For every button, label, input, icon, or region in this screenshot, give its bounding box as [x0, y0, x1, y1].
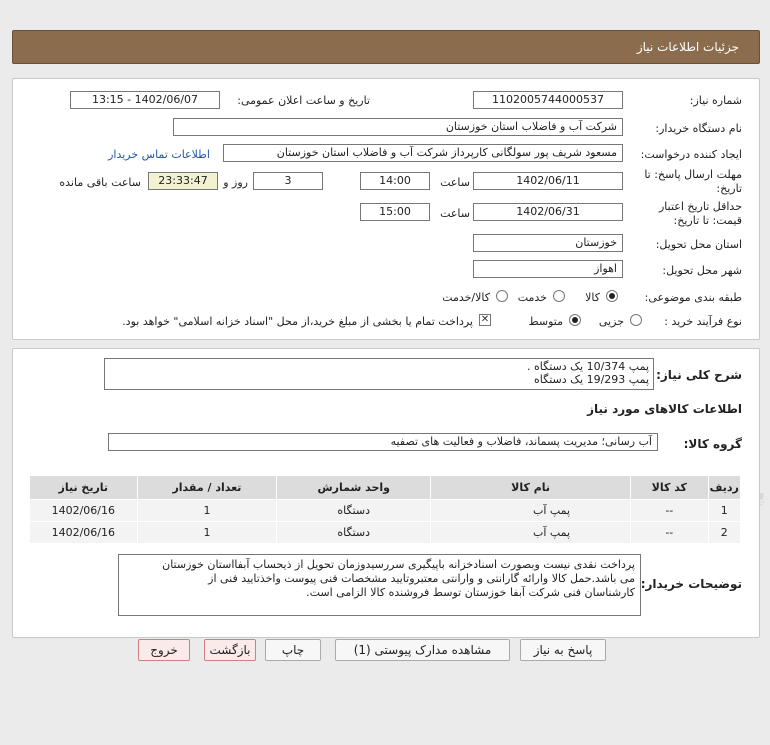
cell-code: --: [630, 521, 709, 544]
summary-line-1: پمپ 10/374 یک دستگاه .: [527, 360, 649, 373]
print-button[interactable]: چاپ: [265, 639, 321, 661]
col-header-date: تاریخ نیاز: [29, 475, 138, 500]
remaining-label: ساعت باقی مانده: [59, 176, 141, 189]
treasury-text: پرداخت تمام یا بخشی از مبلغ خرید،از محل …: [122, 315, 473, 328]
remaining-time-field: 23:33:47: [148, 172, 218, 190]
validity-time-label: ساعت: [440, 207, 470, 220]
validity-date-field: 1402/06/31: [473, 203, 623, 221]
goods-group-label: گروه کالا:: [683, 437, 742, 451]
reply-button[interactable]: پاسخ به نیاز: [520, 639, 606, 661]
need-number-label: شماره نیاز:: [689, 94, 742, 107]
province-label: استان محل تحویل:: [655, 238, 742, 251]
process-option-minor: جزیی: [598, 315, 624, 328]
summary-line-2: پمپ 19/293 یک دستگاه: [534, 373, 649, 386]
table-row: 1 -- پمپ آب دستگاه 1 1402/06/16: [29, 499, 742, 522]
process-label: نوع فرآیند خرید :: [664, 315, 742, 328]
cell-code: --: [630, 499, 709, 522]
deadline-label-line1: مهلت ارسال پاسخ: تا: [644, 168, 742, 181]
deadline-label-line2: تاریخ:: [716, 182, 742, 195]
announce-field: 1402/06/07 - 13:15: [70, 91, 220, 109]
category-radio-goods[interactable]: [606, 290, 618, 302]
cell-date: 1402/06/16: [29, 521, 138, 544]
city-field: اهواز: [473, 260, 623, 278]
category-option-service: خدمت: [517, 291, 547, 304]
deadline-time-label: ساعت: [440, 176, 470, 189]
cell-row: 2: [707, 521, 742, 544]
days-label: روز و: [223, 176, 248, 189]
city-label: شهر محل تحویل:: [662, 264, 742, 277]
process-option-medium: متوسط: [528, 315, 563, 328]
notes-box: پرداخت نقدی نیست وبصورت اسنادخزانه باپیگ…: [118, 554, 641, 616]
col-header-name: نام کالا: [430, 475, 632, 500]
deadline-date-field: 1402/06/11: [473, 172, 623, 190]
col-header-code: کد کالا: [630, 475, 709, 500]
need-number-field: 1102005744000537: [473, 91, 623, 109]
validity-time-field: 15:00: [360, 203, 430, 221]
category-option-goods: کالا: [585, 291, 600, 304]
cell-name: پمپ آب: [430, 499, 632, 522]
announce-label: تاریخ و ساعت اعلان عمومی:: [237, 94, 370, 107]
notes-label: توضیحات خریدار:: [640, 577, 742, 591]
contact-buyer-link[interactable]: اطلاعات تماس خریدار: [108, 148, 210, 161]
summary-box: پمپ 10/374 یک دستگاه . پمپ 19/293 یک دست…: [104, 358, 654, 390]
cell-date: 1402/06/16: [29, 499, 138, 522]
back-button[interactable]: بازگشت: [204, 639, 256, 661]
process-radio-medium[interactable]: [569, 314, 581, 326]
notes-line-3: کارشناسان فنی شرکت آبفا خوزستان توسط فرو…: [306, 586, 635, 599]
cell-unit: دستگاه: [276, 499, 432, 522]
attachments-button[interactable]: مشاهده مدارک پیوستی (1): [335, 639, 510, 661]
category-radio-service[interactable]: [553, 290, 565, 302]
goods-section-title: اطلاعات کالاهای مورد نیاز: [587, 402, 742, 416]
cell-row: 1: [707, 499, 742, 522]
creator-field: مسعود شریف پور سولگانی کارپرداز شرکت آب …: [223, 144, 623, 162]
page-title: جزئیات اطلاعات نیاز: [636, 40, 739, 54]
col-header-unit: واحد شمارش: [276, 475, 432, 500]
goods-table-header: ردیف کد کالا نام کالا واحد شمارش تعداد /…: [29, 475, 742, 500]
validity-label-line2: قیمت: تا تاریخ:: [673, 214, 742, 227]
category-label: طبقه بندی موضوعی:: [644, 291, 742, 304]
notes-line-1: پرداخت نقدی نیست وبصورت اسنادخزانه باپیگ…: [162, 558, 635, 571]
days-field: 3: [253, 172, 323, 190]
col-header-qty: تعداد / مقدار: [136, 475, 278, 500]
exit-button[interactable]: خروج: [138, 639, 190, 661]
goods-table: ردیف کد کالا نام کالا واحد شمارش تعداد /…: [29, 475, 742, 544]
category-option-goods-service: کالا/خدمت: [442, 291, 490, 304]
col-header-row: ردیف: [707, 475, 742, 500]
province-field: خوزستان: [473, 234, 623, 252]
buyer-org-field: شرکت آب و فاضلاب استان خوزستان: [173, 118, 623, 136]
cell-qty: 1: [136, 499, 278, 522]
notes-line-2: می باشد.حمل کالا وارائه گارانتی و وارانت…: [208, 572, 635, 585]
treasury-checkbox[interactable]: ✕: [479, 314, 491, 326]
cell-unit: دستگاه: [276, 521, 432, 544]
table-row: 2 -- پمپ آب دستگاه 1 1402/06/16: [29, 521, 742, 544]
goods-group-field: آب رسانی؛ مدیریت پسماند، فاضلاب و فعالیت…: [108, 433, 658, 451]
page-header: جزئیات اطلاعات نیاز: [12, 30, 760, 64]
creator-label: ایجاد کننده درخواست:: [640, 148, 742, 161]
buyer-org-label: نام دستگاه خریدار:: [655, 122, 742, 135]
cell-qty: 1: [136, 521, 278, 544]
category-radio-goods-service[interactable]: [496, 290, 508, 302]
deadline-time-field: 14:00: [360, 172, 430, 190]
validity-label-line1: حداقل تاریخ اعتبار: [658, 200, 742, 213]
process-radio-minor[interactable]: [630, 314, 642, 326]
summary-label: شرح کلی نیاز:: [656, 368, 742, 382]
cell-name: پمپ آب: [430, 521, 632, 544]
